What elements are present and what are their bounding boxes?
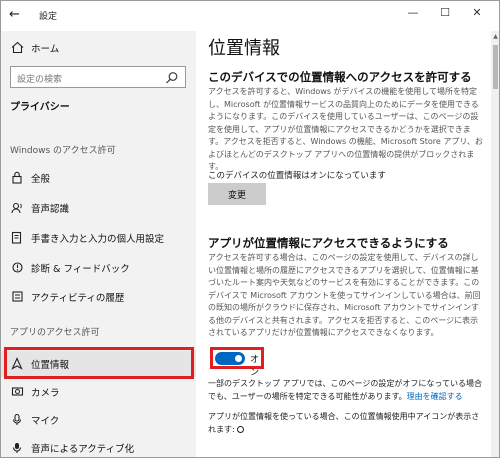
change-button[interactable]: 変更 bbox=[208, 183, 266, 205]
location-highlight bbox=[4, 347, 194, 379]
home-icon bbox=[10, 41, 24, 55]
location-icon-note: アプリが位置情報を使っている場合、この位置情報使用中アイコンが表示されます: bbox=[208, 411, 484, 436]
sidebar-item-home[interactable]: ホーム bbox=[1, 35, 196, 61]
lock-icon bbox=[10, 171, 24, 185]
location-icon-note-text: アプリが位置情報を使っている場合、この位置情報使用中アイコンが表示されます: bbox=[208, 412, 480, 434]
sidebar-item-speech[interactable]: 音声認識 bbox=[1, 195, 196, 221]
main-content: 位置情報 このデバイスでの位置情報へのアクセスを許可する アクセスを許可すると、… bbox=[196, 31, 491, 457]
scroll-up-icon[interactable]: ▲ bbox=[492, 33, 499, 40]
sidebar-item-label: カメラ bbox=[31, 388, 60, 399]
sidebar-item-diagnostics[interactable]: 診断 & フィードバック bbox=[1, 255, 196, 281]
sidebar-item-label: 診断 & フィードバック bbox=[31, 264, 130, 275]
sidebar-item-label: マイク bbox=[31, 416, 60, 427]
app-section-title: アプリが位置情報にアクセスできるようにする bbox=[208, 236, 449, 250]
close-button[interactable]: ✕ bbox=[461, 1, 493, 27]
sidebar-item-label: 音声によるアクティブ化 bbox=[31, 444, 135, 455]
diagnostics-icon bbox=[10, 261, 24, 275]
scrollbar[interactable]: ▲ bbox=[491, 31, 499, 457]
settings-window: ← 設定 — ☐ ✕ ホーム 設定の検索 プライバシー Windows のアクセ… bbox=[0, 0, 500, 458]
search-icon[interactable] bbox=[165, 70, 179, 84]
title-bar: ← 設定 — ☐ ✕ bbox=[1, 1, 499, 31]
window-title: 設定 bbox=[39, 12, 58, 22]
search-placeholder: 設定の検索 bbox=[17, 75, 63, 85]
speech-icon bbox=[10, 201, 24, 215]
sidebar-item-label: 全般 bbox=[31, 174, 51, 185]
sidebar-item-general[interactable]: 全般 bbox=[1, 165, 196, 191]
scroll-thumb[interactable] bbox=[493, 45, 498, 89]
section-title-privacy: プライバシー bbox=[10, 102, 70, 113]
handwriting-icon bbox=[10, 231, 24, 245]
sidebar-item-microphone[interactable]: マイク bbox=[1, 407, 196, 433]
app-permissions-header: アプリのアクセス許可 bbox=[10, 328, 100, 338]
sidebar-item-voice-activation[interactable]: 音声によるアクティブ化 bbox=[1, 435, 196, 457]
device-location-status: このデバイスの位置情報はオンになっています bbox=[208, 171, 386, 181]
desktop-apps-note: 一部のデスクトップ アプリでは、このページの設定がオフになっている場合でも、ユー… bbox=[208, 378, 484, 403]
sidebar-item-label: 音声認識 bbox=[31, 204, 70, 215]
app-section-description: アクセスを許可する場合は、このページの設定を使用して、デバイスの詳しい位置情報と… bbox=[208, 253, 481, 337]
microphone-icon bbox=[10, 413, 24, 427]
learn-why-link[interactable]: 理由を確認する bbox=[407, 392, 463, 401]
minimize-button[interactable]: — bbox=[397, 1, 429, 27]
sidebar-item-handwriting[interactable]: 手書き入力と入力の個人用設定 bbox=[1, 225, 196, 251]
sidebar: ホーム 設定の検索 プライバシー Windows のアクセス許可 全般 音声認識 bbox=[1, 31, 196, 457]
voice-activation-icon bbox=[10, 441, 24, 455]
app-location-toggle[interactable] bbox=[215, 352, 245, 365]
sidebar-item-label: アクティビティの履歴 bbox=[31, 293, 125, 304]
activity-icon bbox=[10, 290, 24, 304]
sidebar-item-label: ホーム bbox=[31, 44, 60, 55]
device-section-description: アクセスを許可すると、Windows がデバイスの機能を使用して場所を特定し、M… bbox=[208, 87, 483, 171]
device-section-title: このデバイスでの位置情報へのアクセスを許可する bbox=[208, 70, 472, 84]
sidebar-item-activity-history[interactable]: アクティビティの履歴 bbox=[1, 284, 196, 310]
toggle-label: オン bbox=[250, 355, 260, 378]
maximize-button[interactable]: ☐ bbox=[429, 1, 461, 27]
camera-icon bbox=[10, 385, 24, 399]
page-title: 位置情報 bbox=[208, 38, 280, 59]
sidebar-item-label: 手書き入力と入力の個人用設定 bbox=[31, 234, 165, 245]
location-toggle-highlight: オン bbox=[210, 347, 264, 378]
toggle-knob bbox=[235, 355, 242, 362]
search-input[interactable]: 設定の検索 bbox=[10, 66, 186, 88]
back-arrow-icon[interactable]: ← bbox=[9, 5, 27, 25]
sidebar-item-camera[interactable]: カメラ bbox=[1, 379, 196, 405]
location-in-use-icon bbox=[237, 425, 245, 433]
windows-permissions-header: Windows のアクセス許可 bbox=[10, 146, 116, 156]
